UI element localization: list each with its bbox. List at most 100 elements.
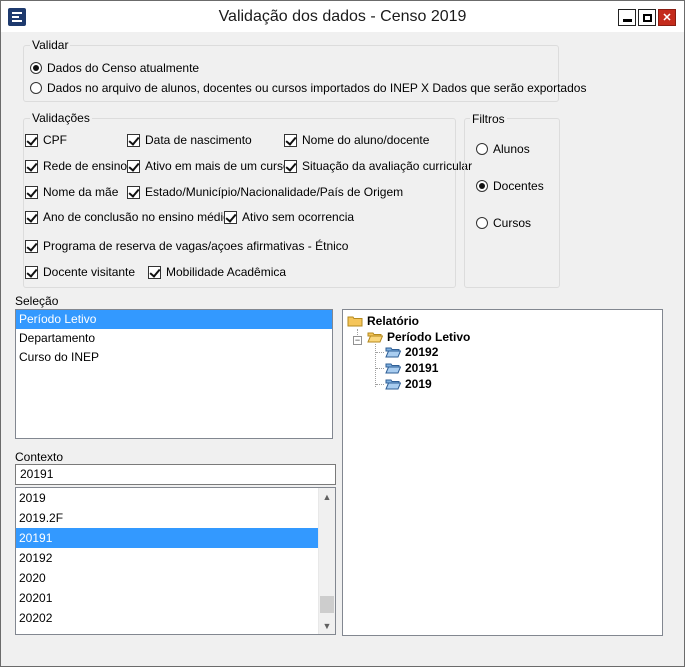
validacoes-group-label: Validações [30,111,92,125]
folder-open-icon [385,347,401,358]
checkbox-label: Data de nascimento [145,133,252,147]
filtro-alunos[interactable]: Alunos [476,142,530,156]
maximize-button[interactable] [638,9,656,26]
list-item[interactable]: Departamento [16,329,332,348]
check-programa-reserva[interactable]: Programa de reserva de vagas/açoes afirm… [25,239,348,253]
list-item[interactable]: Curso do INEP [16,348,332,367]
folder-open-icon [385,379,401,390]
list-item[interactable]: 20201 [16,588,318,608]
folder-open-icon [385,363,401,374]
close-button[interactable]: ✕ [658,9,676,26]
validar-option-arquivo[interactable]: Dados no arquivo de alunos, docentes ou … [30,81,586,95]
check-mobilidade-academica[interactable]: Mobilidade Acadêmica [148,265,286,279]
checkbox[interactable] [25,185,38,199]
minimize-icon [622,19,632,22]
checkbox-label: Ativo em mais de um curso [145,159,290,173]
contexto-label: Contexto [15,450,64,464]
checkbox-label: Nome do aluno/docente [302,133,430,147]
contexto-scrollbar[interactable]: ▲ ▼ [318,488,335,634]
checkbox[interactable] [127,133,140,147]
list-item[interactable]: 2019 [16,488,318,508]
tree-connector [376,368,384,369]
tree-node-periodo-letivo[interactable]: Período Letivo [367,330,470,344]
checkbox[interactable] [25,159,38,173]
contexto-input[interactable]: 20191 [15,464,336,485]
tree-connector [376,384,384,385]
radio-button[interactable] [476,217,488,229]
tree-connector [375,344,376,387]
check-ativo-sem-ocorrencia[interactable]: Ativo sem ocorrencia [224,210,354,224]
main-window: Validação dos dados - Censo 2019 ✕ Valid… [0,0,685,667]
tree-node-label: 20192 [405,345,439,359]
tree-leaf-20192[interactable]: 20192 [385,345,438,359]
scroll-up-button[interactable]: ▲ [319,488,335,505]
folder-icon [347,316,363,327]
checkbox-label: CPF [43,133,67,147]
radio-label: Dados no arquivo de alunos, docentes ou … [47,81,587,95]
close-icon: ✕ [662,12,672,24]
checkbox-label: Nome da mãe [43,185,119,199]
scroll-thumb[interactable] [320,596,334,613]
check-ativo-mais-curso[interactable]: Ativo em mais de um curso [127,159,290,173]
title-bar: Validação dos dados - Censo 2019 ✕ [1,1,684,32]
maximize-icon [642,13,652,22]
checkbox[interactable] [127,185,140,199]
selecao-listbox[interactable]: Período Letivo Departamento Curso do INE… [15,309,333,439]
check-docente-visitante[interactable]: Docente visitante [25,265,135,279]
checkbox[interactable] [284,159,297,173]
tree-connector [376,352,384,353]
list-item[interactable]: 2020 [16,568,318,588]
checkbox[interactable] [284,133,297,147]
contexto-listbox[interactable]: 2019 2019.2F 20191 20192 2020 20201 2020… [15,487,336,635]
checkbox[interactable] [224,210,237,224]
radio-button[interactable] [30,62,42,74]
list-item[interactable]: 2019.2F [16,508,318,528]
checkbox[interactable] [25,210,38,224]
radio-label: Cursos [493,216,532,230]
filtro-cursos[interactable]: Cursos [476,216,531,230]
checkbox[interactable] [148,265,161,279]
tree-node-label: Relatório [367,314,420,328]
collapse-icon[interactable]: − [353,336,362,345]
filtro-docentes[interactable]: Docentes [476,179,544,193]
validar-group-label: Validar [30,38,71,52]
check-nome-aluno[interactable]: Nome do aluno/docente [284,133,429,147]
minimize-button[interactable] [618,9,636,26]
radio-label: Alunos [493,142,530,156]
tree-leaf-2019[interactable]: 2019 [385,377,432,391]
relatorio-tree[interactable]: Relatório − Período Letivo 20192 20191 2… [342,309,663,636]
list-item[interactable]: 20192 [16,548,318,568]
check-ano-conclusao[interactable]: Ano de conclusão no ensino médio [25,210,230,224]
checkbox-label: Ativo sem ocorrencia [242,210,355,224]
checkbox-label: Situação da avaliação curricular [302,159,473,173]
radio-label: Docentes [493,179,544,193]
tree-node-label: 2019 [405,377,432,391]
list-item[interactable]: 20191 [16,528,318,548]
radio-button[interactable] [30,82,42,94]
selecao-label: Seleção [15,294,59,308]
filtros-group-label: Filtros [470,112,507,126]
radio-button[interactable] [476,180,488,192]
validar-option-censo[interactable]: Dados do Censo atualmente [30,61,199,75]
radio-label: Dados do Censo atualmente [47,61,200,75]
check-situacao-avaliacao[interactable]: Situação da avaliação curricular [284,159,472,173]
tree-leaf-20191[interactable]: 20191 [385,361,438,375]
checkbox[interactable] [127,159,140,173]
radio-button[interactable] [476,143,488,155]
chevron-up-icon: ▲ [322,491,332,502]
folder-open-icon [367,332,383,343]
checkbox[interactable] [25,133,38,147]
check-data-nascimento[interactable]: Data de nascimento [127,133,252,147]
checkbox[interactable] [25,239,38,253]
check-estado-municipio[interactable]: Estado/Município/Nacionalidade/País de O… [127,185,403,199]
checkbox[interactable] [25,265,38,279]
check-rede-ensino[interactable]: Rede de ensino [25,159,127,173]
chevron-down-icon: ▼ [322,620,332,631]
list-item[interactable]: Período Letivo [16,310,332,329]
check-cpf[interactable]: CPF [25,133,67,147]
scroll-down-button[interactable]: ▼ [319,617,335,634]
list-item[interactable]: 20202 [16,608,318,628]
tree-node-label: 20191 [405,361,439,375]
check-nome-mae[interactable]: Nome da mãe [25,185,118,199]
tree-node-relatorio[interactable]: Relatório [347,314,419,328]
